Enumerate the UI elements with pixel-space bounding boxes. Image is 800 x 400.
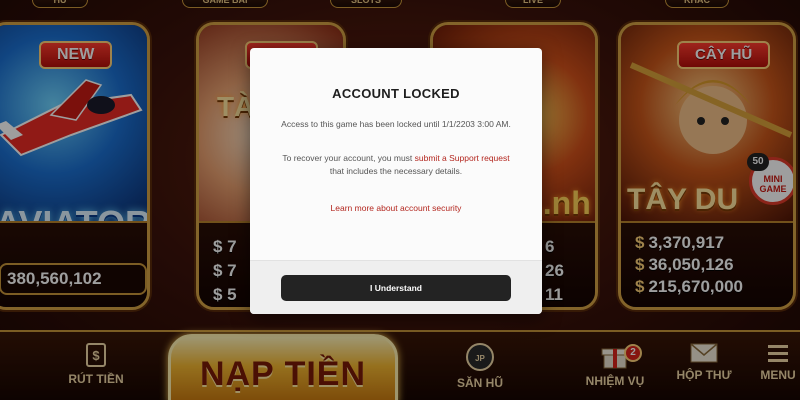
recovery-text-before: To recover your account, you must: [282, 153, 415, 163]
account-locked-dialog: ACCOUNT LOCKED Access to this game has b…: [250, 48, 542, 314]
lock-message: Access to this game has been locked unti…: [281, 119, 511, 129]
dialog-title: ACCOUNT LOCKED: [332, 86, 460, 101]
i-understand-button[interactable]: I Understand: [281, 275, 511, 301]
support-request-link[interactable]: submit a Support request: [415, 153, 510, 163]
game-lobby: HŨ GAME BÀI SLOTS LIVE KHÁC NEW AVIATOR …: [0, 0, 800, 400]
recovery-message: To recover your account, you must submit…: [280, 152, 512, 178]
learn-more-link[interactable]: Learn more about account security: [250, 203, 542, 213]
recovery-text-after: that includes the necessary details.: [329, 166, 463, 176]
